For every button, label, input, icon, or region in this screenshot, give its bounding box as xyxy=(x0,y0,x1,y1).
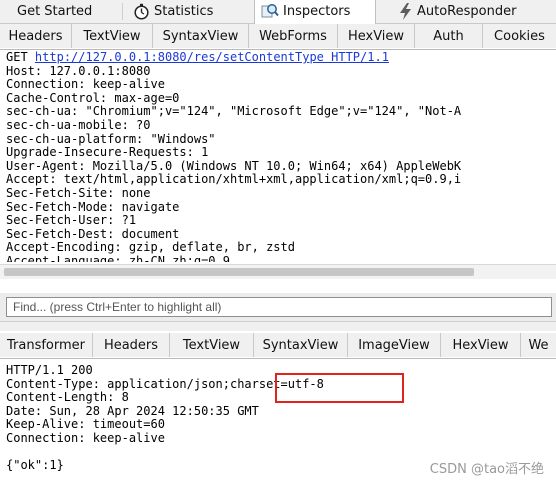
top-tab-strip: Get Started Statistics Inspectors AutoRe… xyxy=(0,0,556,24)
request-text: GET http://127.0.0.1:8080/res/setContent… xyxy=(6,50,462,262)
tab-response-syntaxview[interactable]: SyntaxView xyxy=(254,333,348,357)
tab-request-hexview[interactable]: HexView xyxy=(338,24,415,48)
request-method: GET xyxy=(6,50,28,64)
tab-label: Get Started xyxy=(17,3,93,19)
response-line: Connection: keep-alive xyxy=(6,430,165,445)
tab-label: Inspectors xyxy=(283,3,351,19)
tab-label: SyntaxView xyxy=(162,28,239,44)
tab-response-webview[interactable]: We xyxy=(521,333,556,357)
lightning-icon xyxy=(398,2,413,20)
response-line: Content-Type: application/json;charset=u… xyxy=(6,376,324,391)
find-input[interactable] xyxy=(6,297,552,317)
response-line: Content-Length: 8 xyxy=(6,390,129,405)
find-bar xyxy=(0,293,556,321)
tab-label: Auth xyxy=(433,28,464,44)
response-subtabs: Transformer Headers TextView SyntaxView … xyxy=(0,333,556,357)
tab-label: Cookies xyxy=(494,28,545,44)
response-line: HTTP/1.1 200 xyxy=(6,363,93,377)
request-subtabs: Headers TextView SyntaxView WebForms Hex… xyxy=(0,24,556,48)
request-line: Accept-Encoding: gzip, deflate, br, zstd xyxy=(6,240,295,255)
magnifier-icon xyxy=(261,2,279,20)
tab-label: HexView xyxy=(347,28,405,44)
tab-label: Headers xyxy=(103,337,159,353)
tab-request-headers[interactable]: Headers xyxy=(0,24,72,48)
tab-response-headers[interactable]: Headers xyxy=(93,333,170,357)
tab-statistics[interactable]: Statistics xyxy=(133,0,213,22)
request-line: sec-ch-ua-mobile: ?0 xyxy=(6,117,151,132)
tab-label: AutoResponder xyxy=(417,3,517,19)
response-line: Keep-Alive: timeout=60 xyxy=(6,417,165,432)
request-line: Sec-Fetch-Site: none xyxy=(6,185,151,200)
request-line: Cache-Control: max-age=0 xyxy=(6,90,180,105)
request-line: Sec-Fetch-User: ?1 xyxy=(6,213,137,228)
tab-inspectors[interactable]: Inspectors xyxy=(254,0,376,24)
scrollbar-thumb[interactable] xyxy=(4,268,474,276)
pane-splitter[interactable] xyxy=(0,321,556,331)
response-line: {"ok":1} xyxy=(6,458,64,473)
request-url-link[interactable]: http://127.0.0.1:8080/res/setContentType… xyxy=(35,50,389,64)
response-line: Date: Sun, 28 Apr 2024 12:50:35 GMT xyxy=(6,403,259,418)
request-line: User-Agent: Mozilla/5.0 (Windows NT 10.0… xyxy=(6,158,462,173)
tab-request-textview[interactable]: TextView xyxy=(72,24,153,48)
request-text-pane[interactable]: GET http://127.0.0.1:8080/res/setContent… xyxy=(0,49,556,262)
tab-request-webforms[interactable]: WebForms xyxy=(249,24,338,48)
tab-label: TextView xyxy=(182,337,241,353)
tab-request-cookies[interactable]: Cookies xyxy=(483,24,556,48)
tab-response-imageview[interactable]: ImageView xyxy=(348,333,441,357)
watermark: CSDN @tao滔不绝 xyxy=(429,462,544,477)
tab-request-syntaxview[interactable]: SyntaxView xyxy=(153,24,249,48)
request-line: sec-ch-ua-platform: "Windows" xyxy=(6,131,216,146)
tab-label: TextView xyxy=(83,28,141,44)
tab-label: Statistics xyxy=(154,3,214,19)
tab-label: HexView xyxy=(452,337,509,353)
tab-label: We xyxy=(528,337,549,353)
tab-request-auth[interactable]: Auth xyxy=(415,24,483,48)
request-line: Sec-Fetch-Dest: document xyxy=(6,226,180,241)
tab-autoresponder[interactable]: AutoResponder xyxy=(398,0,516,22)
request-line: Accept-Language: zh-CN,zh;q=0.9 xyxy=(6,253,230,262)
tab-get-started[interactable]: Get Started xyxy=(17,0,92,22)
tab-label: SyntaxView xyxy=(262,337,339,353)
tab-response-textview[interactable]: TextView xyxy=(170,333,254,357)
tab-response-transformer[interactable]: Transformer xyxy=(0,333,93,357)
request-line: Host: 127.0.0.1:8080 xyxy=(6,63,151,78)
tab-label: Headers xyxy=(8,28,63,44)
tab-label: Transformer xyxy=(6,337,85,353)
request-line: sec-ch-ua: "Chromium";v="124", "Microsof… xyxy=(6,104,462,119)
request-line: Sec-Fetch-Mode: navigate xyxy=(6,199,180,214)
tab-label: ImageView xyxy=(358,337,430,353)
stopwatch-icon xyxy=(133,3,150,20)
request-line: Accept: text/html,application/xhtml+xml,… xyxy=(6,172,462,187)
tab-response-hexview[interactable]: HexView xyxy=(441,333,521,357)
tab-label: WebForms xyxy=(259,28,327,44)
request-horizontal-scrollbar[interactable] xyxy=(0,264,556,279)
request-line: Connection: keep-alive xyxy=(6,77,165,92)
response-text: HTTP/1.1 200 Content-Type: application/j… xyxy=(6,363,324,473)
request-line: Upgrade-Insecure-Requests: 1 xyxy=(6,145,209,160)
tab-divider xyxy=(122,3,123,20)
